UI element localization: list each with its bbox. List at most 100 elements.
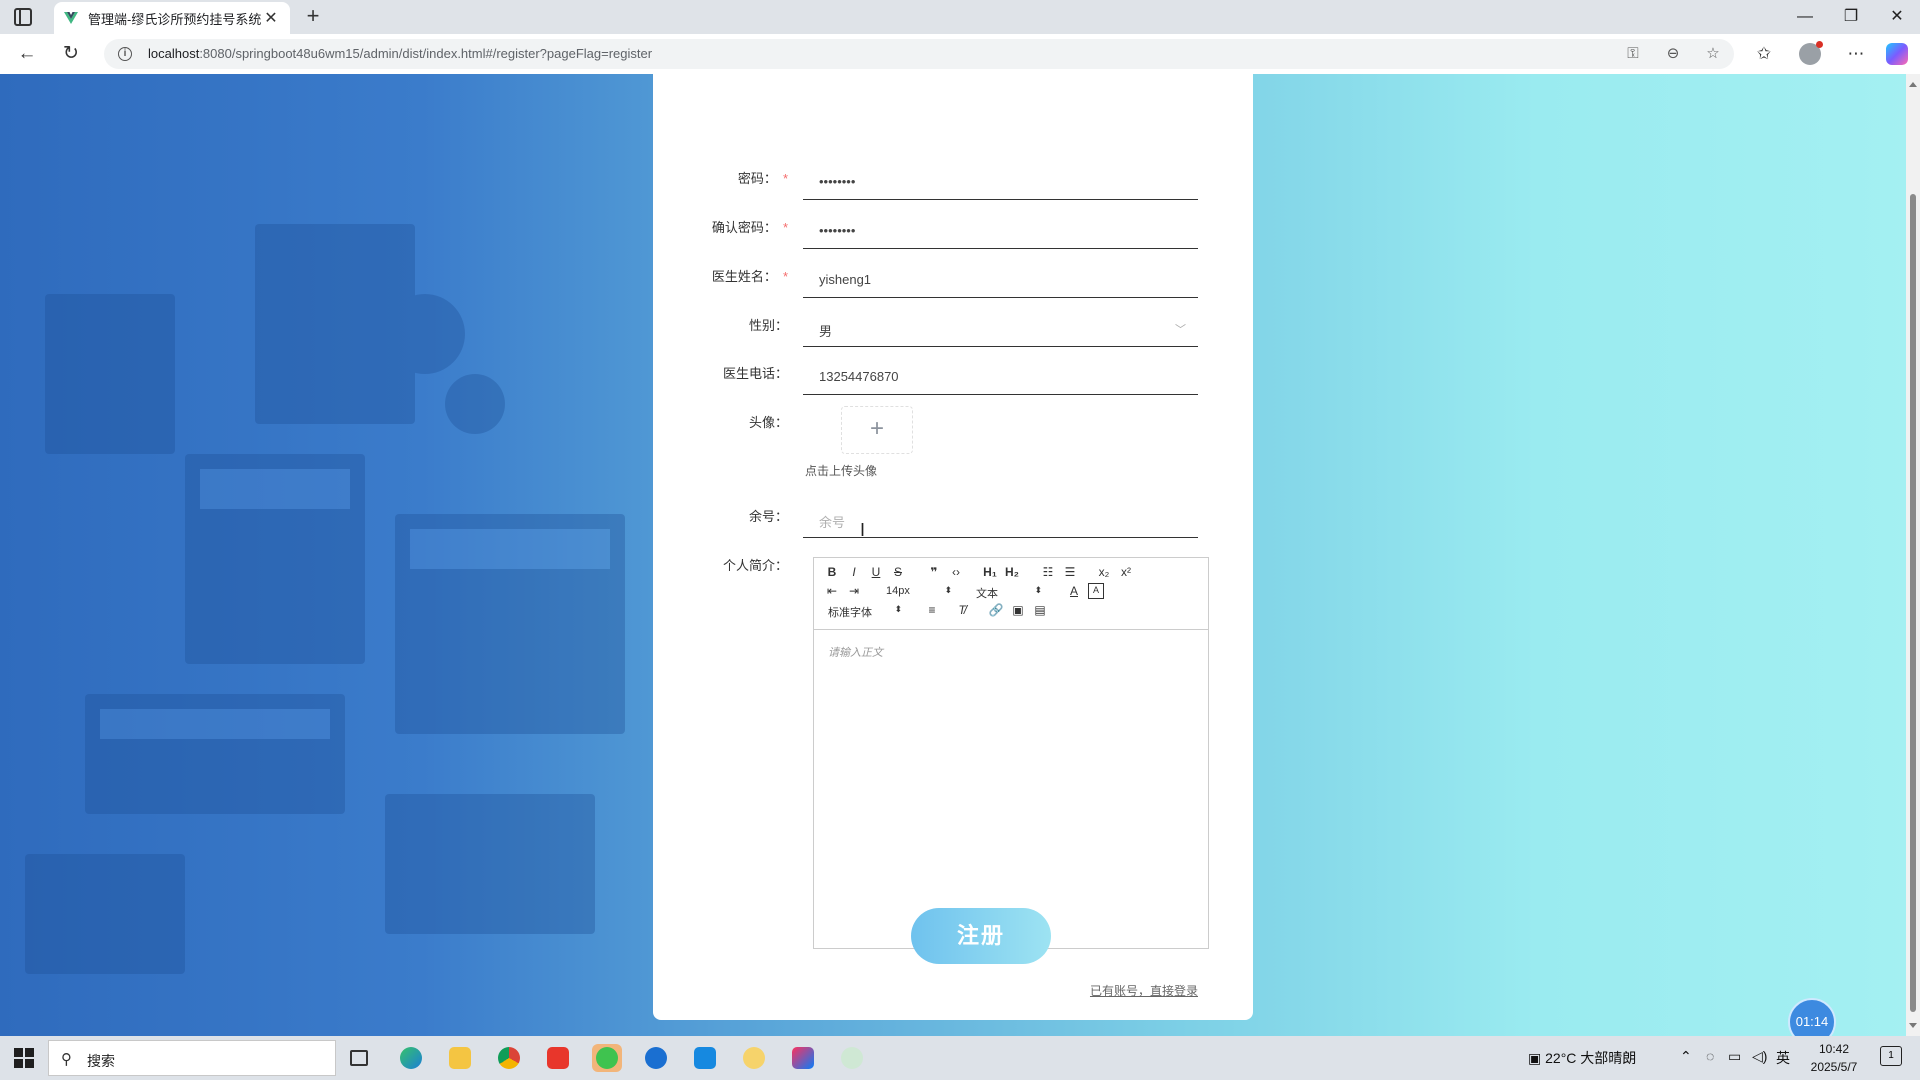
italic-icon[interactable]: I (846, 564, 862, 580)
tab-close-icon[interactable]: ✕ (262, 8, 280, 28)
image-icon[interactable]: ▣ (1010, 602, 1026, 618)
profile-avatar[interactable] (1799, 41, 1823, 65)
city-background-image (25, 224, 625, 974)
zoom-out-icon[interactable]: ⊖ (1662, 43, 1684, 65)
font-color-icon[interactable]: A (1066, 583, 1082, 599)
avatar-upload-button[interactable]: + (841, 406, 913, 454)
minimize-icon[interactable]: — (1782, 0, 1828, 34)
code-block-icon[interactable]: ‹› (948, 564, 964, 580)
wps-icon[interactable] (543, 1044, 573, 1072)
select-arrows-icon: ⬍ (1034, 585, 1042, 595)
recording-timer[interactable]: 01:14 (1788, 998, 1836, 1036)
copilot-icon[interactable] (1886, 43, 1908, 65)
scroll-thumb[interactable] (1910, 194, 1916, 1012)
wechat-icon[interactable] (592, 1044, 622, 1072)
link-icon[interactable]: 🔗 (988, 602, 1004, 618)
password-input[interactable]: •••••••• (803, 164, 1198, 200)
superscript-icon[interactable]: x² (1118, 564, 1134, 580)
favorite-star-icon[interactable]: ☆ (1702, 43, 1724, 65)
task-view-icon[interactable] (344, 1044, 374, 1072)
password-label: 密码： * (737, 171, 788, 186)
new-tab-icon[interactable]: + (300, 4, 326, 30)
font-family-select[interactable]: 标准字体 ⬍ (828, 604, 902, 620)
bullet-list-icon[interactable]: ☰ (1062, 564, 1078, 580)
subscript-icon[interactable]: x₂ (1096, 564, 1112, 580)
strike-icon[interactable]: S (890, 564, 906, 580)
balance-row: 余号： 余号 (653, 506, 1253, 556)
phone-label: 医生电话： (722, 366, 788, 381)
scroll-down-icon[interactable] (1909, 1023, 1917, 1028)
scroll-up-icon[interactable] (1909, 82, 1917, 87)
windows-start-icon[interactable] (14, 1048, 34, 1068)
ime-indicator[interactable]: 英 (1776, 1048, 1790, 1068)
file-explorer-icon[interactable] (445, 1044, 475, 1072)
clock-date: 2025/5/7 (1810, 1060, 1858, 1074)
volume-icon[interactable]: ◁) (1752, 1048, 1767, 1065)
url-text: localhost:8080/springboot48u6wm15/admin/… (148, 46, 653, 61)
confirm-password-row: 确认密码： * •••••••• (653, 217, 1253, 267)
heading1-icon[interactable]: H₁ (982, 564, 998, 580)
intro-row: 个人简介： B I U S ❞ ‹› H₁ H₂ ☷ ☰ x₂ x² ⇤ ⇥ 1… (653, 555, 1253, 955)
address-bar[interactable]: i localhost:8080/springboot48u6wm15/admi… (104, 39, 1734, 69)
phone-input[interactable]: 13254476870 (803, 359, 1198, 395)
bold-icon[interactable]: B (824, 564, 840, 580)
login-link[interactable]: 已有账号，直接登录 (1090, 982, 1198, 999)
favorites-list-icon[interactable]: ✩ (1750, 40, 1778, 68)
browser-toolbar: ← ↻ i localhost:8080/springboot48u6wm15/… (0, 34, 1920, 74)
pin-app-icon[interactable] (641, 1044, 671, 1072)
doctor-name-label: 医生姓名： * (711, 269, 788, 284)
tab-title: 管理端-缪氏诊所预约挂号系统 (88, 11, 262, 27)
misc-app-icon[interactable] (837, 1044, 867, 1072)
password-row: 密码： * •••••••• (653, 168, 1253, 218)
video-icon[interactable]: ▤ (1032, 602, 1048, 618)
more-menu-icon[interactable]: ⋯ (1842, 40, 1870, 68)
page-scrollbar[interactable] (1906, 74, 1920, 1036)
network-icon[interactable]: ◌ (1706, 1048, 1714, 1064)
avatar-row: 头像： + 点击上传头像 (653, 406, 1253, 492)
intellij-icon[interactable] (788, 1044, 818, 1072)
background-color-icon[interactable]: A (1088, 583, 1104, 599)
text-type-select[interactable]: 文本 ⬍ (976, 585, 1042, 601)
heading2-icon[interactable]: H₂ (1004, 564, 1020, 580)
blockquote-icon[interactable]: ❞ (926, 564, 942, 580)
doctor-name-input[interactable]: yisheng1 (803, 262, 1198, 298)
register-button[interactable]: 注册 (911, 908, 1051, 964)
balance-label: 余号： (748, 509, 788, 524)
taskbar-clock[interactable]: 10:42 2025/5/7 (1804, 1040, 1864, 1076)
doctor-name-row: 医生姓名： * yisheng1 (653, 266, 1253, 316)
refresh-icon[interactable]: ↻ (56, 40, 86, 68)
browser-tab-active[interactable]: 管理端-缪氏诊所预约挂号系统 ✕ (54, 2, 290, 34)
chevron-down-icon: ﹀ (1175, 324, 1186, 336)
align-icon[interactable]: ≡ (924, 602, 940, 618)
gender-select[interactable]: 男 ﹀ (803, 311, 1198, 347)
tab-actions-icon[interactable] (14, 8, 32, 26)
weather-widget[interactable]: ▣ 22°C 大部晴朗 (1528, 1048, 1636, 1068)
font-size-select[interactable]: 14px ⬍ (886, 585, 952, 597)
notification-icon[interactable]: 1 (1880, 1046, 1902, 1066)
battery-icon[interactable]: ▭ (1728, 1048, 1741, 1065)
clear-format-icon[interactable]: T̸ (954, 602, 970, 618)
ordered-list-icon[interactable]: ☷ (1040, 564, 1056, 580)
browser-tab-bar: 管理端-缪氏诊所预约挂号系统 ✕ + — ❐ ✕ (0, 0, 1920, 34)
p-app-icon[interactable] (690, 1044, 720, 1072)
taskbar-search[interactable]: ⚲ 搜索 (48, 1040, 336, 1076)
chrome-icon[interactable] (494, 1044, 524, 1072)
edge-icon[interactable] (396, 1044, 426, 1072)
confirm-password-input[interactable]: •••••••• (803, 213, 1198, 249)
back-icon[interactable]: ← (12, 40, 42, 68)
vue-favicon-icon (64, 11, 78, 25)
yellow-app-icon[interactable] (739, 1044, 769, 1072)
outdent-icon[interactable]: ⇤ (824, 583, 840, 599)
gender-row: 性别： 男 ﹀ (653, 315, 1253, 365)
search-icon: ⚲ (61, 1051, 72, 1068)
editor-placeholder[interactable]: 请输入正文 (828, 644, 883, 660)
password-key-icon[interactable]: ⚿ (1622, 43, 1644, 65)
indent-icon[interactable]: ⇥ (846, 583, 862, 599)
site-info-icon[interactable]: i (118, 47, 132, 61)
avatar-label: 头像： (748, 415, 788, 430)
underline-icon[interactable]: U (868, 564, 884, 580)
close-window-icon[interactable]: ✕ (1874, 0, 1920, 34)
weather-icon: ▣ (1528, 1050, 1542, 1066)
restore-icon[interactable]: ❐ (1828, 0, 1874, 34)
tray-overflow-icon[interactable]: ⌃ (1680, 1048, 1692, 1065)
